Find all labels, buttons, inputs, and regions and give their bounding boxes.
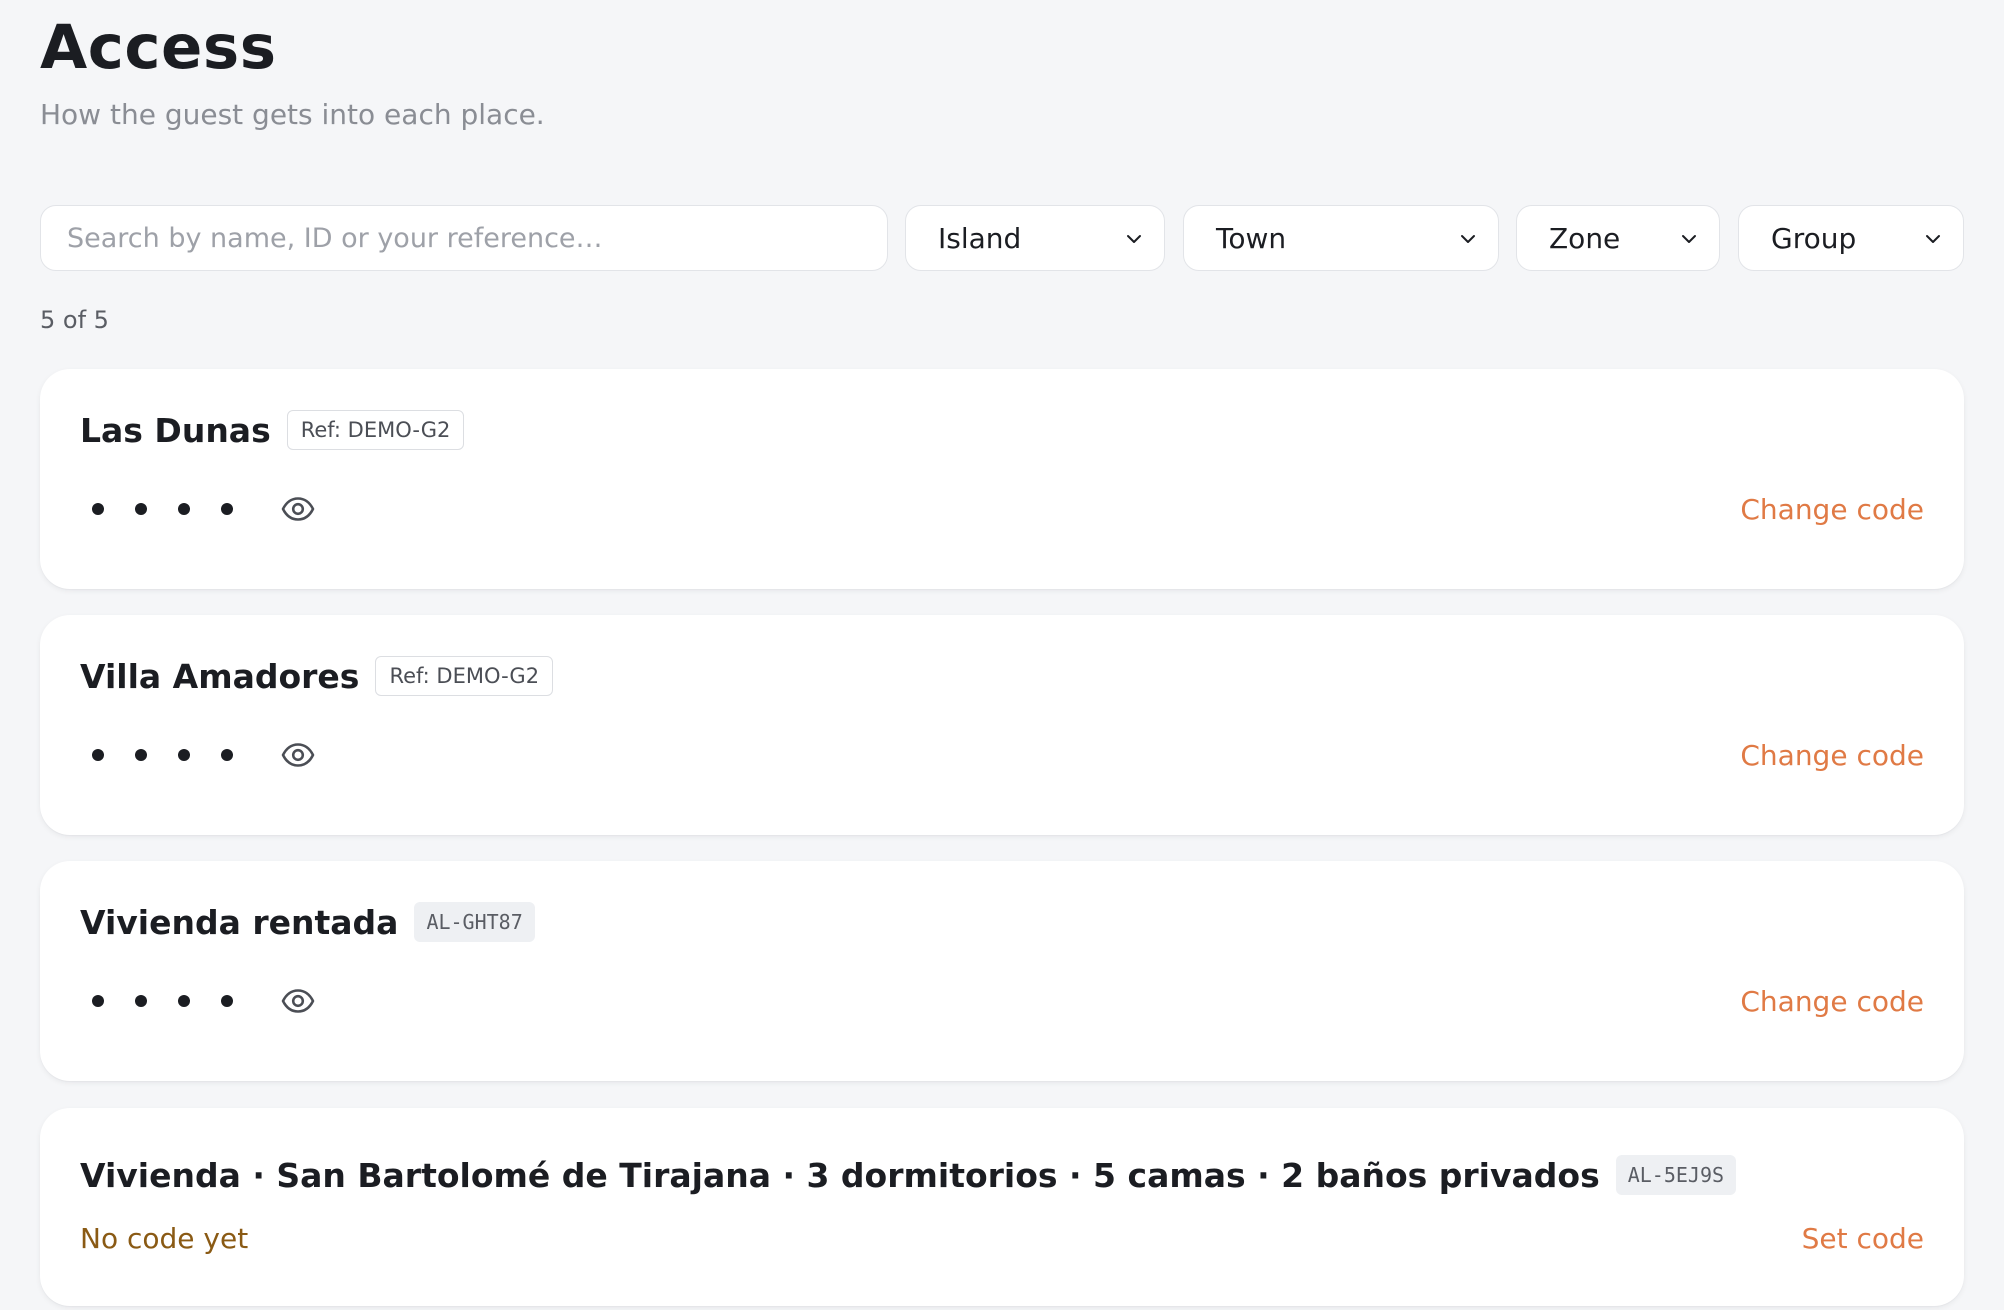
property-name: Villa Amadores	[80, 656, 360, 696]
page-subtitle: How the guest gets into each place.	[40, 98, 545, 131]
change-code-button[interactable]: Change code	[1740, 979, 1924, 1023]
group-select-label: Group	[1771, 221, 1857, 255]
access-card: Las Dunas Ref: DEMO-G2 Change code	[40, 369, 1964, 589]
group-select[interactable]: Group	[1738, 205, 1964, 271]
zone-select[interactable]: Zone	[1516, 205, 1720, 271]
town-select-label: Town	[1216, 221, 1287, 255]
card-header: Villa Amadores Ref: DEMO-G2	[80, 655, 554, 697]
property-name: Vivienda rentada	[80, 902, 399, 942]
card-header: Vivienda rentada AL-GHT87	[80, 901, 535, 943]
chevron-down-icon	[1926, 235, 1940, 243]
no-code-status: No code yet	[80, 1221, 249, 1255]
reference-tag: Ref: DEMO-G2	[286, 410, 465, 450]
access-code-row	[80, 979, 316, 1023]
masked-code	[92, 995, 233, 1007]
eye-icon[interactable]	[280, 491, 316, 527]
license-id-tag: AL-GHT87	[414, 902, 535, 942]
chevron-down-icon	[1682, 235, 1696, 243]
change-code-button[interactable]: Change code	[1740, 487, 1924, 531]
card-header: Las Dunas Ref: DEMO-G2	[80, 409, 465, 451]
access-card: Vivienda · San Bartolomé de Tirajana · 3…	[40, 1108, 1964, 1306]
property-name: Las Dunas	[80, 410, 271, 450]
chevron-down-icon	[1127, 235, 1141, 243]
access-card: Villa Amadores Ref: DEMO-G2 Change code	[40, 615, 1964, 835]
search-input[interactable]	[40, 205, 888, 271]
license-id-tag: AL-5EJ9S	[1615, 1155, 1737, 1195]
set-code-button[interactable]: Set code	[1802, 1216, 1924, 1260]
town-select[interactable]: Town	[1183, 205, 1499, 271]
access-page: Access How the guest gets into each plac…	[0, 0, 2004, 1310]
result-count: 5 of 5	[40, 306, 109, 334]
masked-code	[92, 503, 233, 515]
island-select[interactable]: Island	[905, 205, 1165, 271]
access-code-row	[80, 487, 316, 531]
zone-select-label: Zone	[1549, 221, 1621, 255]
reference-tag: Ref: DEMO-G2	[375, 656, 554, 696]
card-header: Vivienda · San Bartolomé de Tirajana · 3…	[80, 1154, 1737, 1196]
page-title: Access	[40, 12, 277, 83]
chevron-down-icon	[1461, 235, 1475, 243]
change-code-button[interactable]: Change code	[1740, 733, 1924, 777]
property-name: Vivienda · San Bartolomé de Tirajana · 3…	[80, 1155, 1600, 1195]
eye-icon[interactable]	[280, 983, 316, 1019]
access-code-row	[80, 733, 316, 777]
access-card: Vivienda rentada AL-GHT87 Change code	[40, 861, 1964, 1081]
eye-icon[interactable]	[280, 737, 316, 773]
masked-code	[92, 749, 233, 761]
island-select-label: Island	[938, 221, 1022, 255]
